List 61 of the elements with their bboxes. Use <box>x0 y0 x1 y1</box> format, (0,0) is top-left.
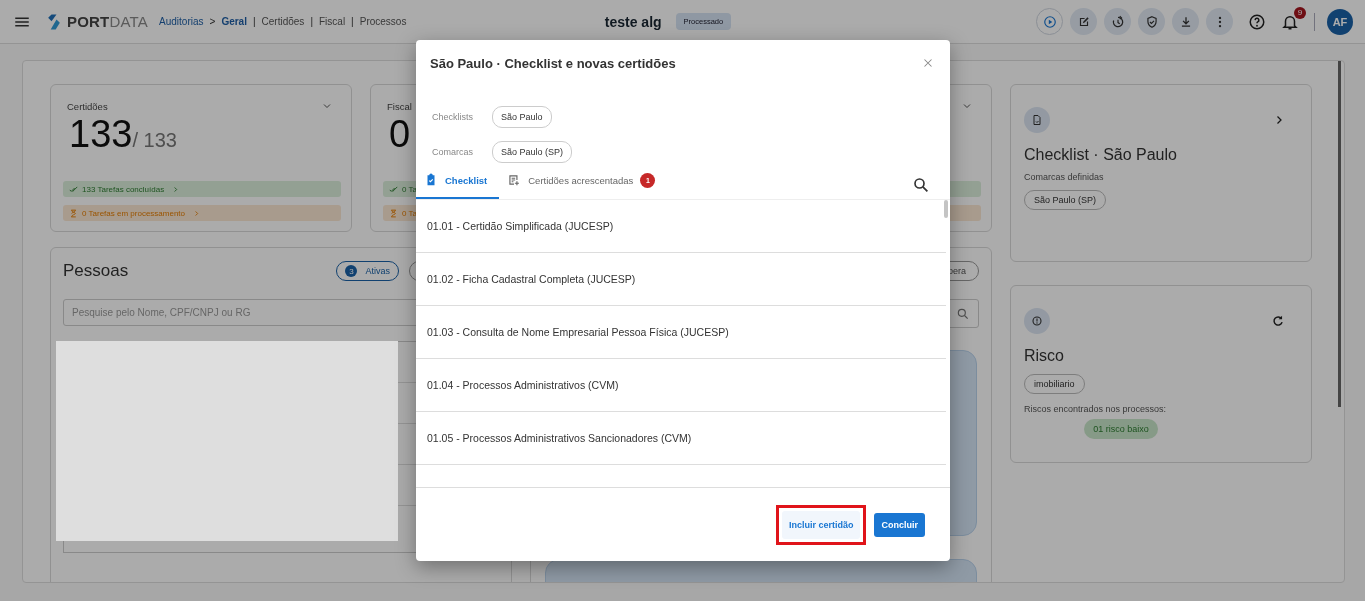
card-label: Certidões <box>67 100 108 112</box>
checklist-item[interactable]: 01.05 - Processos Administrativos Sancionadores (CVM) <box>416 412 946 465</box>
double-check-icon <box>389 184 398 194</box>
breadcrumb-link[interactable]: Geral <box>221 16 247 27</box>
history-icon <box>1110 14 1125 29</box>
edit-button[interactable] <box>1070 8 1097 35</box>
alert-icon <box>1024 308 1050 334</box>
history-button[interactable] <box>1104 8 1131 35</box>
refresh-icon[interactable] <box>1271 314 1285 328</box>
chevron-right-icon <box>172 185 180 193</box>
chevron-right-icon <box>193 209 200 217</box>
active-filter-chip[interactable]: 3 Ativas <box>336 261 399 281</box>
search-icon[interactable] <box>912 176 930 194</box>
shield-button[interactable] <box>1138 8 1165 35</box>
card-subtitle: Riscos encontrados nos processos: <box>1024 404 1168 414</box>
comarca-chip: São Paulo (SP) <box>1024 190 1107 210</box>
download-button[interactable] <box>1172 8 1199 35</box>
checklist-item[interactable]: 01.01 - Certidão Simplificada (JUCESP) <box>416 200 946 253</box>
user-avatar[interactable]: AF <box>1327 8 1353 35</box>
checklist-item[interactable]: 01.03 - Consulta de Nome Empresarial Pessoa Física (JUCESP) <box>416 306 946 359</box>
risk-badge: 01 risco baixo <box>1084 419 1158 439</box>
hourglass-icon <box>389 208 398 218</box>
checklist-item[interactable]: 01.02 - Ficha Cadastral Completa (JUCESP) <box>416 253 946 306</box>
card-label: Fiscal <box>387 100 412 112</box>
completed-tasks-link[interactable]: 133 Tarefas concluídas <box>63 181 341 197</box>
play-button[interactable] <box>1036 8 1063 35</box>
shield-check-icon <box>1144 14 1159 29</box>
breadcrumb-separator: | <box>252 16 256 27</box>
breadcrumb-separator: | <box>310 16 313 27</box>
conclude-button[interactable]: Concluir <box>874 512 925 537</box>
filter-chip: São Paulo (SP) <box>492 141 573 163</box>
count-value: 0 <box>389 113 411 156</box>
logo-text: PORTDATA <box>67 13 149 30</box>
card-subtitle: Comarcas definidas <box>1024 172 1105 182</box>
help-icon[interactable] <box>1248 12 1266 31</box>
filter-label: Checklists <box>432 112 474 122</box>
notification-badge: 9 <box>1294 6 1306 19</box>
card-title: Checklist · São Paulo <box>1024 146 1178 164</box>
card-title: Risco <box>1024 347 1065 365</box>
hourglass-icon <box>69 208 78 218</box>
play-icon <box>1042 14 1057 29</box>
count-total: / 133 <box>132 129 177 152</box>
breadcrumb-link[interactable]: Fiscal <box>319 16 346 27</box>
breadcrumb-separator: > <box>209 16 216 27</box>
audit-title: teste alg <box>604 13 662 30</box>
breadcrumb-separator: | <box>351 16 354 27</box>
breadcrumb-link[interactable]: Processos <box>359 16 407 27</box>
checklist-item[interactable]: 01.04 - Processos Administrativos (CVM) <box>416 359 946 412</box>
breadcrumb-link[interactable]: Auditorias <box>159 16 204 27</box>
double-check-icon <box>69 184 78 194</box>
dialog-title: São Paulo · Checklist e novas certidões <box>430 55 676 71</box>
filter-label: Comarcas <box>432 147 474 157</box>
section-title: Pessoas <box>63 261 129 281</box>
list-add-icon <box>507 173 522 187</box>
tab[interactable]: Checklist <box>416 171 500 199</box>
category-chip: imobiliario <box>1024 374 1085 394</box>
count-value: 133 <box>69 113 133 156</box>
document-icon <box>1024 107 1050 133</box>
breadcrumb-link[interactable]: Certidões <box>261 16 305 27</box>
filter-chip: São Paulo <box>492 106 552 128</box>
add-certificate-button[interactable]: Incluir certidão <box>781 510 861 539</box>
